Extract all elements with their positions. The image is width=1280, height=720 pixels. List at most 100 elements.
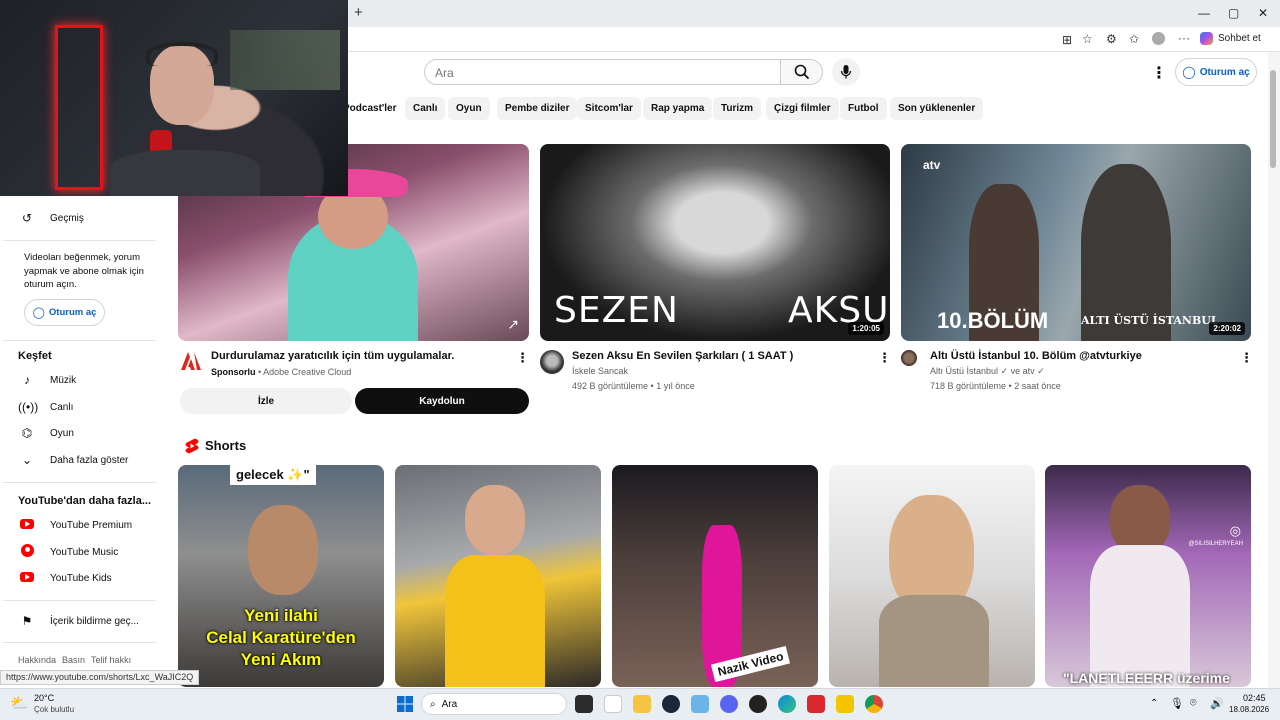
maximize-button[interactable]: ▢ (1228, 6, 1239, 20)
extensions-icon[interactable]: ⚙ (1106, 32, 1117, 46)
short-caption: Yeni ilahi Celal Karatüre'den Yeni Akım (206, 606, 356, 669)
close-button[interactable]: ✕ (1258, 6, 1268, 20)
sidebar-show-more[interactable]: ⌄ Daha fazla göster (18, 453, 128, 467)
category-chip[interactable]: Sitcom'lar (577, 97, 641, 120)
windows-start-icon[interactable] (397, 696, 413, 712)
video-meta: 718 B görüntüleme • 2 saat önce (930, 381, 1061, 391)
app-icon[interactable] (836, 695, 854, 713)
channel-avatar[interactable] (540, 350, 564, 374)
short-video-2[interactable] (395, 465, 601, 687)
sidebar-divider (3, 340, 156, 341)
settings-menu-button[interactable]: ⋮ (1151, 63, 1167, 83)
sponsored-label: Sponsorlu (211, 367, 256, 377)
external-link-icon[interactable]: ↗ (507, 316, 519, 333)
weather-temp[interactable]: 20°C (34, 693, 54, 703)
video-title[interactable]: Altı Üstü İstanbul 10. Bölüm @atvturkiye (930, 350, 1142, 362)
scrollbar-thumb[interactable] (1270, 70, 1276, 168)
sidebar-sign-in-button[interactable]: ◯ Oturum aç (24, 299, 105, 326)
short-video-5[interactable]: ◎ @SILISILHERYEAH "LANETLEEERR üzerime (1045, 465, 1251, 687)
sidebar-item-kids[interactable]: YouTube Kids (18, 571, 112, 585)
ad-signup-button[interactable]: Kaydolun (355, 388, 529, 414)
app-icon[interactable] (807, 695, 825, 713)
new-tab-button[interactable]: + (354, 5, 363, 20)
steam-icon[interactable] (662, 695, 680, 713)
category-chip[interactable]: Oyun (448, 97, 490, 120)
category-chip[interactable]: Pembe diziler (497, 97, 578, 120)
sidebar-item-gaming[interactable]: ⌬ Oyun (18, 426, 74, 440)
tray-chevron-icon[interactable]: ⌃ (1150, 698, 1158, 709)
copilot-button[interactable]: Sohbet et (1200, 32, 1261, 45)
thumbnail-episode-text: 10.BÖLÜM (937, 308, 1049, 333)
clock-time[interactable]: 02:45 (1243, 693, 1266, 703)
sidebar-item-music-app[interactable]: YouTube Music (18, 544, 118, 560)
video-title[interactable]: Sezen Aksu En Sevilen Şarkıları ( 1 SAAT… (572, 350, 793, 362)
sidebar-item-label: Daha fazla göster (50, 454, 129, 466)
video-thumbnail-sezen-aksu[interactable]: SEZEN AKSU 1:20:05 (540, 144, 890, 341)
gamepad-icon: ⌬ (21, 426, 33, 440)
search-input[interactable]: Ara (424, 59, 781, 85)
file-explorer-icon[interactable] (633, 695, 651, 713)
person-shape (248, 505, 318, 595)
star-icon[interactable]: ☆ (1082, 32, 1093, 46)
sign-in-label: Oturum aç (1199, 66, 1250, 78)
background-window (230, 30, 340, 90)
ad-title[interactable]: Durdurulamaz yaratıcılık için tüm uygula… (211, 350, 454, 362)
footer-link-about[interactable]: Hakkında (18, 655, 56, 665)
sidebar-item-live[interactable]: ((•)) Canlı (18, 400, 73, 414)
ad-menu-button[interactable]: ⋮ (516, 350, 529, 366)
atv-logo: atv (923, 158, 941, 172)
advertiser-name[interactable]: Adobe Creative Cloud (263, 367, 351, 377)
favorites-icon[interactable]: ✩ (1129, 32, 1139, 46)
clock-date[interactable]: 18.08.2026 (1229, 705, 1269, 714)
category-chip[interactable]: Çizgi filmler (766, 97, 839, 120)
discord-icon[interactable] (720, 695, 738, 713)
ad-watch-button[interactable]: İzle (180, 388, 352, 414)
video-menu-button[interactable]: ⋮ (878, 350, 891, 366)
headphones-shape (146, 42, 218, 66)
search-button[interactable] (781, 59, 823, 85)
footer-link-press[interactable]: Basın (62, 655, 85, 665)
short-video-1[interactable]: gelecek ✨" Yeni ilahi Celal Karatüre'den… (178, 465, 384, 687)
footer-link-copyright[interactable]: Telif hakkı (91, 655, 131, 665)
jersey-shape (445, 555, 545, 687)
task-view-icon[interactable] (575, 695, 593, 713)
taskbar-search[interactable]: ⌕ Ara (421, 693, 567, 715)
apps-icon[interactable]: ⊞ (1062, 33, 1072, 47)
profile-icon[interactable] (1152, 32, 1165, 45)
channel-avatar[interactable] (901, 350, 917, 366)
category-chip[interactable]: Futbol (840, 97, 887, 120)
sidebar-item-history[interactable]: ↺ Geçmiş (18, 211, 84, 225)
shorts-heading: Shorts (205, 438, 247, 453)
youtube-kids-icon (20, 572, 34, 582)
voice-search-button[interactable] (832, 58, 860, 86)
category-chip[interactable]: Canlı (405, 97, 446, 120)
search-icon (794, 64, 809, 80)
channel-name[interactable]: İskele Sancak (572, 366, 628, 376)
volume-icon[interactable]: 🔊 (1210, 697, 1224, 710)
obs-icon[interactable] (749, 695, 767, 713)
widgets-icon[interactable] (604, 695, 622, 713)
video-thumbnail-alti-ustu[interactable]: atv 10.BÖLÜM ALTI ÜSTÜ İSTANBUL 2:20:02 (901, 144, 1251, 341)
category-chip[interactable]: Turizm (713, 97, 762, 120)
chrome-icon[interactable] (865, 695, 883, 713)
channel-name[interactable]: Altı Üstü İstanbul ✓ ve atv ✓ (930, 366, 1045, 377)
category-chip[interactable]: Rap yapma (643, 97, 713, 120)
weather-desc[interactable]: Çok bulutlu (34, 705, 74, 714)
edge-icon[interactable] (778, 695, 796, 713)
sign-in-button[interactable]: ◯ Oturum aç (1175, 58, 1257, 86)
app-icon[interactable] (691, 695, 709, 713)
weather-icon[interactable]: ⛅ (10, 694, 29, 712)
short-video-4[interactable] (829, 465, 1035, 687)
more-icon[interactable]: ··· (1178, 31, 1190, 45)
category-chip[interactable]: Son yüklenenler (890, 97, 984, 120)
sidebar-item-music[interactable]: ♪ Müzik (18, 373, 76, 387)
short-video-3[interactable]: Nazik Video (612, 465, 818, 687)
tray-mic-icon[interactable]: 🎙 (1170, 697, 1184, 710)
video-menu-button[interactable]: ⋮ (1240, 350, 1253, 366)
sidebar-item-premium[interactable]: YouTube Premium (18, 518, 132, 532)
copilot-label: Sohbet et (1218, 33, 1261, 44)
minimize-button[interactable]: — (1198, 6, 1210, 20)
microphone-icon (840, 65, 852, 79)
network-icon[interactable]: ⌾ (1190, 697, 1197, 710)
sidebar-item-report[interactable]: ⚑ İçerik bildirme geç... (18, 614, 139, 628)
